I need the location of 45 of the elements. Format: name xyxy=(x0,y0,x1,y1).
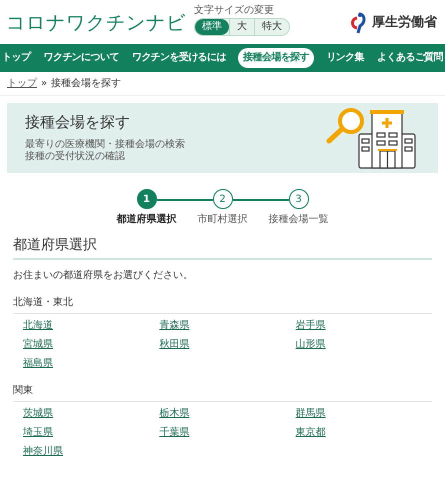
step-label: 都道府県選択 xyxy=(116,212,176,227)
breadcrumb-current: 接種会場を探す xyxy=(51,76,122,91)
nav-tab[interactable]: よくあるご質問 xyxy=(376,49,444,67)
step-connector xyxy=(232,199,288,200)
step-number: 2 xyxy=(212,189,232,209)
prefecture-link[interactable]: 青森県 xyxy=(159,318,190,333)
step-connector xyxy=(156,199,212,200)
font-size-button[interactable]: 大 xyxy=(229,19,254,35)
nav-tab[interactable]: リンク集 xyxy=(325,49,365,67)
step-label: 接種会場一覧 xyxy=(268,212,328,227)
step-number: 1 xyxy=(136,189,156,209)
hero-title: 接種会場を探す xyxy=(25,112,131,130)
prefecture-link[interactable]: 茨城県 xyxy=(23,406,53,421)
prefecture-link[interactable]: 福島県 xyxy=(23,356,53,371)
prefecture-link[interactable]: 宮城県 xyxy=(23,336,53,352)
nav-tab[interactable]: トップ xyxy=(1,49,32,67)
hero-text: 最寄りの医療機関・接種会場の検索 xyxy=(25,138,185,150)
font-size-label: 文字サイズの変更 xyxy=(194,6,275,16)
prefecture-link[interactable]: 埼玉県 xyxy=(23,424,53,440)
prefecture-link[interactable]: 神奈川県 xyxy=(23,444,63,459)
prefecture-link[interactable]: 秋田県 xyxy=(159,336,190,352)
prefecture-link[interactable]: 栃木県 xyxy=(159,406,190,421)
step-number: 3 xyxy=(288,189,308,209)
nav-tab[interactable]: ワクチンについて xyxy=(42,49,120,67)
site-title: コロナワクチンナビ xyxy=(6,10,186,36)
instruction-text: お住まいの都道府県をお選びください。 xyxy=(13,268,194,283)
breadcrumb-link[interactable]: トップ xyxy=(7,76,37,91)
prefecture-link[interactable]: 北海道 xyxy=(23,318,53,333)
prefecture-link[interactable]: 群馬県 xyxy=(296,406,326,421)
ministry-logo-icon xyxy=(350,12,368,34)
prefecture-link[interactable]: 東京都 xyxy=(296,424,326,440)
prefecture-link[interactable]: 千葉県 xyxy=(159,424,190,440)
section-title: 都道府県選択 xyxy=(13,237,432,260)
hero-text: 接種の受付状況の確認 xyxy=(25,151,126,164)
region-heading: 北海道・東北 xyxy=(13,294,432,314)
font-size-button[interactable]: 標準 xyxy=(195,19,229,35)
prefecture-link[interactable]: 岩手県 xyxy=(296,318,326,333)
prefecture-link[interactable]: 山形県 xyxy=(296,336,326,352)
breadcrumb-separator: » xyxy=(41,77,48,91)
nav-tab[interactable]: 接種会場を探す xyxy=(238,48,314,68)
step-label: 市町村選択 xyxy=(198,212,248,227)
ministry-name: 厚生労働省 xyxy=(372,14,437,32)
font-size-button[interactable]: 特大 xyxy=(254,19,289,35)
region-heading: 関東 xyxy=(13,382,432,402)
nav-tab[interactable]: ワクチンを受けるには xyxy=(130,49,227,67)
